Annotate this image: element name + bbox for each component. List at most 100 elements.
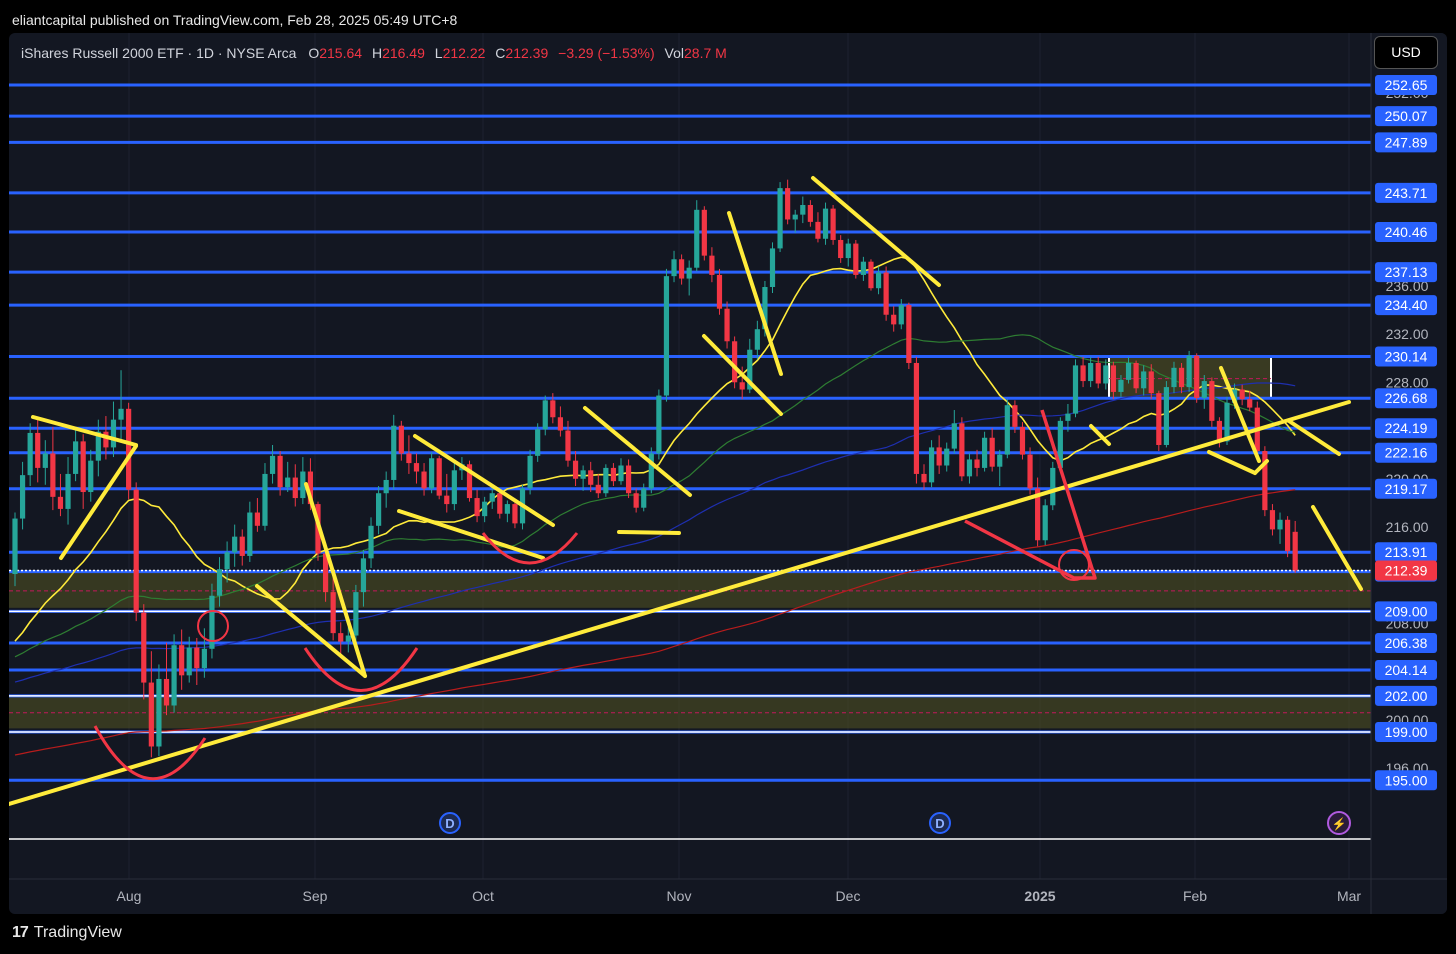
- candle-body: [883, 272, 889, 315]
- candle-body: [535, 429, 541, 456]
- open-label: O: [308, 45, 320, 61]
- candle-body: [830, 208, 836, 240]
- symbol-title: iShares Russell 2000 ETF · 1D · NYSE Arc…: [21, 45, 297, 61]
- time-axis-tick: 2025: [1024, 888, 1055, 904]
- candle-body: [807, 204, 813, 222]
- candle-body: [1133, 362, 1139, 389]
- candle-body: [1269, 510, 1276, 530]
- candle-body: [686, 267, 692, 279]
- candle-body: [716, 274, 723, 309]
- candle-body: [141, 612, 147, 683]
- candle-body: [603, 467, 609, 494]
- price-level-tag-label: 230.14: [1385, 348, 1428, 364]
- time-axis-tick: Mar: [1337, 888, 1361, 904]
- tradingview-logo-icon: 17: [12, 924, 29, 941]
- candle-body: [724, 308, 730, 342]
- candle-body: [285, 477, 291, 488]
- candle-body: [527, 455, 533, 489]
- candle-body: [133, 489, 139, 613]
- candle-body: [1042, 505, 1048, 541]
- candle-body: [489, 493, 495, 502]
- candle-body: [572, 460, 579, 479]
- tradingview-logo[interactable]: 17 TradingView: [12, 924, 122, 942]
- close-value: 212.39: [505, 45, 549, 61]
- price-level-tag-label: 243.71: [1385, 185, 1428, 201]
- candle-body: [35, 432, 41, 468]
- candle-body: [156, 678, 162, 747]
- support-zone: [9, 695, 1371, 729]
- price-axis-tick: 228.00: [1386, 374, 1429, 390]
- time-axis-tick: Feb: [1183, 888, 1207, 904]
- candle-body: [179, 645, 185, 676]
- price-level-tag-label: 206.38: [1385, 635, 1428, 651]
- candle-body: [868, 261, 874, 289]
- price-level-tag-label: 226.68: [1385, 390, 1428, 406]
- time-axis-tick: Sep: [303, 888, 328, 904]
- candle-body: [1080, 365, 1086, 382]
- candle-body: [345, 635, 351, 642]
- candle-body: [383, 479, 389, 494]
- price-level-tag-label: 209.00: [1385, 603, 1428, 619]
- currency-button[interactable]: USD: [1374, 36, 1438, 69]
- candle-body: [360, 558, 367, 593]
- open-value: 215.64: [319, 45, 363, 61]
- candle-body: [800, 204, 806, 215]
- candle-body: [194, 647, 200, 669]
- price-level-tag-label: 195.00: [1385, 772, 1428, 788]
- candle-body: [1247, 399, 1253, 408]
- candle-body: [1285, 519, 1291, 552]
- candle-body: [989, 437, 995, 467]
- candle-body: [777, 188, 783, 249]
- alert-lightning-glyph: ⚡: [1332, 817, 1347, 831]
- price-chart[interactable]: DD⚡252.00236.00232.00228.00220.00216.002…: [9, 33, 1447, 914]
- candle-body: [1118, 379, 1124, 392]
- candle-body: [1224, 402, 1230, 442]
- candle-body: [815, 221, 821, 239]
- candle-body: [739, 382, 745, 390]
- chart-panel[interactable]: DD⚡252.00236.00232.00228.00220.00216.002…: [9, 33, 1447, 914]
- candle-body: [595, 484, 601, 494]
- candle-body: [12, 518, 18, 575]
- candle-body: [1239, 389, 1245, 400]
- candle-body: [42, 453, 48, 468]
- price-level-tag-label: 247.89: [1385, 134, 1428, 150]
- low-value: 212.22: [442, 45, 486, 61]
- candle-body: [1050, 467, 1056, 506]
- candle-body: [497, 493, 503, 514]
- price-level-tag-label: 204.14: [1385, 662, 1428, 678]
- time-axis-tick: Oct: [472, 888, 494, 904]
- candle-body: [860, 261, 866, 275]
- price-level-tag-label: 213.91: [1385, 544, 1428, 560]
- candle-body: [451, 470, 457, 505]
- price-level-tag-label: 224.19: [1385, 420, 1428, 436]
- candle-body: [997, 454, 1003, 467]
- price-level-tag-label: 234.40: [1385, 297, 1428, 313]
- candle-body: [663, 276, 670, 396]
- price-level-tag-label: 199.00: [1385, 724, 1428, 740]
- candle-body: [565, 430, 571, 461]
- candle-body: [822, 208, 829, 239]
- trendline-drawing: [1207, 450, 1257, 475]
- trendline-drawing: [1287, 419, 1341, 456]
- candle-body: [838, 239, 844, 259]
- candle-body: [50, 453, 56, 497]
- candle-body: [1103, 365, 1109, 384]
- candle-body: [376, 493, 382, 526]
- candle-body: [406, 453, 412, 464]
- candle-body: [1292, 531, 1298, 571]
- candle-body: [1141, 371, 1147, 389]
- change-value: −3.29 (−1.53%): [558, 45, 655, 61]
- candle-body: [633, 493, 639, 508]
- candle-body: [701, 209, 707, 256]
- time-axis-tick: Dec: [836, 888, 861, 904]
- candle-body: [550, 400, 556, 418]
- symbol-legend: iShares Russell 2000 ETF · 1D · NYSE Arc…: [21, 45, 727, 61]
- high-value: 216.49: [382, 45, 425, 61]
- candle-body: [1171, 367, 1177, 388]
- candle-body: [19, 475, 26, 519]
- candle-body: [959, 423, 965, 477]
- candle-body: [557, 417, 563, 431]
- candle-body: [906, 305, 912, 363]
- price-level-tag-label: 240.46: [1385, 224, 1428, 240]
- candle-body: [1065, 413, 1071, 421]
